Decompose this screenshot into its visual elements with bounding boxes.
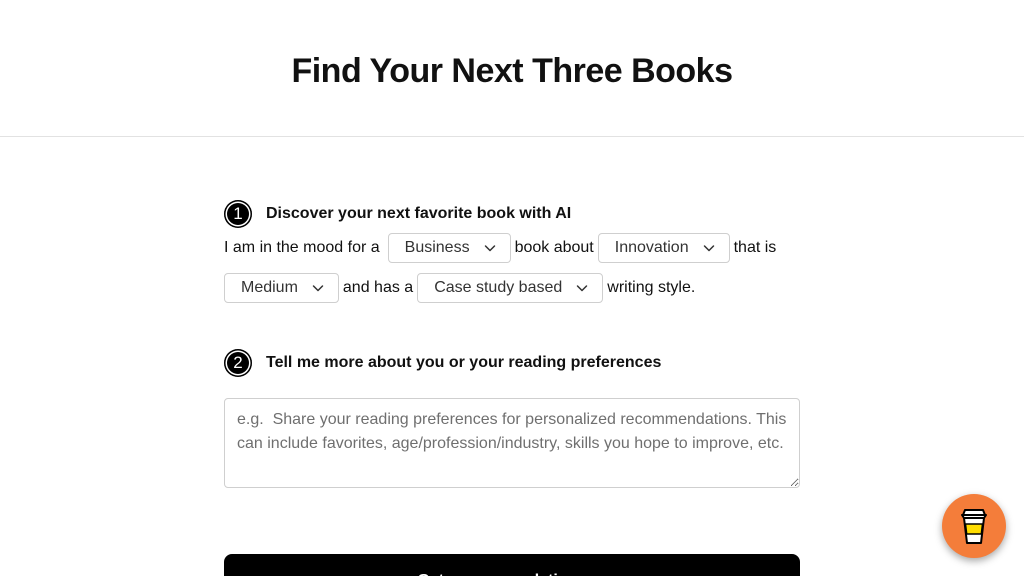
coffee-cup-icon xyxy=(961,509,987,544)
step-1-heading: 1 Discover your next favorite book with … xyxy=(224,199,571,229)
chevron-down-icon xyxy=(577,285,588,292)
has-a-text: and has a xyxy=(342,279,414,296)
level-select[interactable]: Medium xyxy=(224,273,339,303)
level-value: Medium xyxy=(241,279,298,296)
style-value: Case study based xyxy=(434,279,563,296)
style-select[interactable]: Case study based xyxy=(417,273,604,303)
topic-select[interactable]: Innovation xyxy=(597,233,730,263)
that-is-text: that is xyxy=(733,239,777,256)
page-header: Find Your Next Three Books xyxy=(0,0,1024,137)
step-2-title: Tell me more about you or your reading p… xyxy=(266,354,662,371)
writing-style-text: writing style. xyxy=(607,279,696,296)
preference-sentence-line-2: Medium and has a Case study based writin… xyxy=(224,273,695,303)
mood-text: I am in the mood for a xyxy=(224,239,380,256)
get-recommendations-button[interactable]: Get recommendations → xyxy=(224,554,800,576)
chevron-down-icon xyxy=(484,245,495,252)
step-1-title: Discover your next favorite book with AI xyxy=(266,205,572,222)
genre-value: Business xyxy=(404,239,470,256)
step-2-heading: 2 Tell me more about you or your reading… xyxy=(224,348,661,378)
page-title: Find Your Next Three Books xyxy=(291,51,733,90)
reading-preferences-textarea[interactable] xyxy=(224,398,800,488)
chevron-down-icon xyxy=(312,285,324,292)
step-1-badge: 1 xyxy=(224,200,252,228)
topic-value: Innovation xyxy=(614,239,689,256)
genre-select[interactable]: Business xyxy=(387,233,511,263)
buy-me-a-coffee-button[interactable] xyxy=(942,494,1006,558)
preference-sentence-line-1: I am in the mood for a Business book abo… xyxy=(224,233,776,263)
chevron-down-icon xyxy=(703,245,714,252)
step-2-badge: 2 xyxy=(224,349,252,377)
about-text: book about xyxy=(514,239,594,256)
